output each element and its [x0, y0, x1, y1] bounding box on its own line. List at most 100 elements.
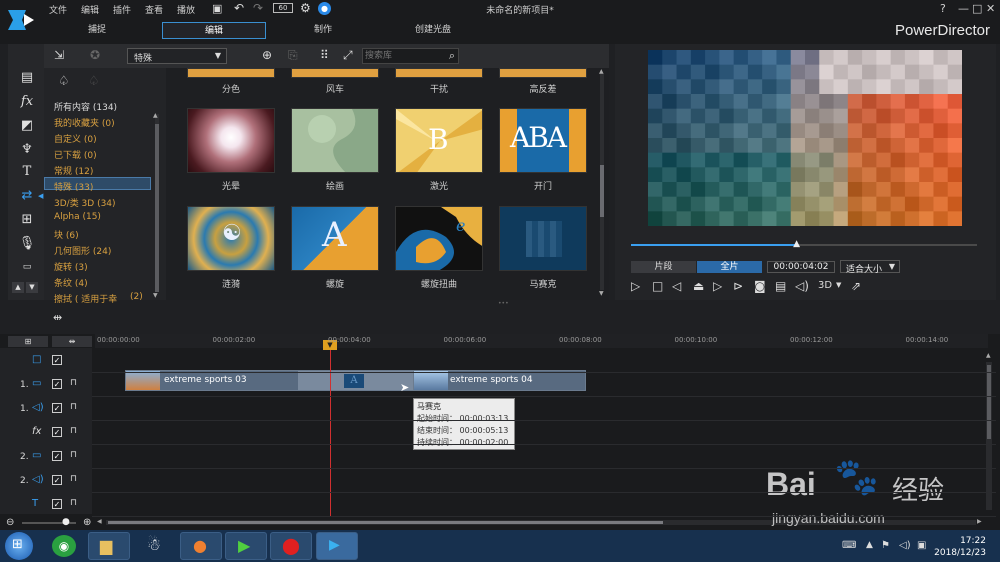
thumb-spiral[interactable]: A	[291, 206, 379, 271]
fx-room-icon[interactable]: fx	[18, 94, 36, 110]
search-box[interactable]: ⌕	[362, 48, 459, 64]
track-row-video[interactable]	[92, 446, 996, 469]
stop-icon[interactable]: □	[652, 279, 663, 293]
grid-scroll-down-icon[interactable]: ▼	[599, 290, 604, 297]
lock-icon[interactable]: ⊓	[70, 450, 77, 460]
scroll-down-icon[interactable]: ▼	[26, 282, 38, 293]
category-scroll-up-icon[interactable]: ▲	[153, 112, 158, 119]
grid-view-icon[interactable]: ⠿	[320, 48, 329, 62]
thumb-laser[interactable]: B	[395, 108, 483, 173]
volume-icon[interactable]: ◁)	[795, 279, 809, 293]
category-item[interactable]: 条纹 (4)	[54, 276, 88, 289]
previous-frame-icon[interactable]: ◁	[672, 279, 681, 293]
fast-forward-icon[interactable]: ⊳	[733, 279, 743, 293]
thumb-spiral-twist[interactable]: e	[395, 206, 483, 271]
lock-icon[interactable]: ⊓	[70, 402, 77, 412]
zoom-in-icon[interactable]: ⊕	[83, 517, 91, 528]
tab-produce[interactable]: 制作	[285, 22, 361, 39]
volume-tray-icon[interactable]: ◁)	[899, 540, 911, 551]
web-icon[interactable]: ✪	[90, 48, 100, 62]
keyboard-tray-icon[interactable]: ⌨	[842, 540, 856, 551]
track-enable-checkbox[interactable]: ✓	[52, 403, 62, 413]
particle-room-icon[interactable]: ♆	[18, 142, 36, 158]
start-button[interactable]: ⊞	[5, 532, 33, 560]
category-item[interactable]: 擦拭 ( 适用于幸	[54, 292, 117, 305]
lock-icon[interactable]: ⊓	[70, 378, 77, 388]
lock-icon[interactable]: ⊓	[70, 426, 77, 436]
clip-mode-button[interactable]: 片段	[631, 261, 696, 273]
thumb-door-open[interactable]: ABA	[499, 108, 587, 173]
fit-timeline-icon[interactable]: ⇹	[53, 311, 62, 324]
help-button[interactable]: ?	[940, 2, 946, 15]
media-app-taskbar[interactable]: ▶	[225, 532, 267, 560]
thumb-fense[interactable]	[187, 68, 275, 78]
360-browser-icon[interactable]: ◉	[52, 535, 76, 557]
close-button[interactable]: ✕	[986, 2, 995, 15]
thumb-interference[interactable]	[395, 68, 483, 78]
split-icon[interactable]: ⏏	[693, 279, 704, 293]
export-icon[interactable]: ⎘	[288, 48, 298, 63]
qq-icon[interactable]: ☃	[143, 535, 165, 557]
category-scrollbar-thumb[interactable]	[155, 124, 159, 292]
project-settings-icon[interactable]: ▣	[212, 2, 222, 15]
next-frame-icon[interactable]: ▷	[713, 279, 722, 293]
menu-file[interactable]: 文件	[49, 3, 67, 16]
timecode-display[interactable]: 00:00:04:02	[767, 261, 835, 273]
title-room-icon[interactable]: T	[18, 164, 36, 180]
track-enable-checkbox[interactable]: ✓	[52, 379, 62, 389]
track-row-audio[interactable]	[92, 470, 996, 493]
track-enable-checkbox[interactable]: ✓	[52, 475, 62, 485]
system-clock[interactable]: 17:22 2018/12/23	[934, 535, 986, 559]
category-item[interactable]: 3D/类 3D (34)	[54, 196, 116, 209]
show-hidden-icons-icon[interactable]: ▲	[866, 540, 873, 550]
fps-badge[interactable]: 60	[273, 3, 293, 13]
minimize-button[interactable]: —	[958, 2, 969, 15]
subtitle-room-icon[interactable]: ▭	[18, 259, 36, 275]
recorder-taskbar[interactable]: ⬤	[270, 532, 312, 560]
track-enable-checkbox[interactable]: ✓	[52, 427, 62, 437]
track-enable-checkbox[interactable]: ✓	[52, 499, 62, 509]
category-item[interactable]: 块 (6)	[54, 228, 79, 241]
timeline-horizontal-thumb[interactable]	[108, 521, 663, 524]
category-item[interactable]: 几何图形 (24)	[54, 244, 111, 257]
redo-icon[interactable]: ↷	[253, 1, 263, 15]
category-item[interactable]: Alpha (15)	[54, 212, 101, 222]
panel-resize-handle[interactable]: •••	[498, 300, 509, 307]
menu-edit[interactable]: 编辑	[81, 3, 99, 16]
track-enable-checkbox[interactable]: ✓	[52, 451, 62, 461]
category-scroll-down-icon[interactable]: ▼	[153, 292, 158, 299]
timeline-scroll-left-icon[interactable]: ◀	[97, 518, 102, 525]
preview-slider-knob-icon[interactable]: ▲	[793, 239, 800, 249]
category-item[interactable]: 特殊 (33)	[54, 180, 93, 193]
track-row-video[interactable]	[92, 374, 996, 397]
movie-mode-button[interactable]: 全片	[697, 261, 762, 273]
fit-all-icon[interactable]: ⇹	[52, 336, 92, 347]
tab-create-disc[interactable]: 创建光盘	[392, 22, 474, 39]
thumb-ripple[interactable]: ☯	[187, 206, 275, 271]
chevron-down-icon[interactable]: ▼	[836, 281, 841, 289]
flag-tray-icon[interactable]: ⚑	[881, 540, 890, 551]
pip-room-icon[interactable]: ◩	[18, 118, 36, 134]
zoom-fit-dropdown[interactable]: 适合大小 ▼	[840, 260, 900, 275]
track-row-audio[interactable]	[92, 398, 996, 421]
track-manager-icon[interactable]: ⊞	[8, 336, 48, 347]
powerdirector-taskbar[interactable]: ▶	[316, 532, 358, 560]
add-to-timeline-icon[interactable]: ⊕	[262, 48, 272, 62]
voiceover-room-icon[interactable]: 🎙	[18, 236, 36, 252]
notification-icon[interactable]: ●	[318, 2, 331, 15]
tab-edit[interactable]: 编辑	[162, 22, 266, 39]
menu-playback[interactable]: 播放	[177, 3, 195, 16]
tab-capture[interactable]: 捕捉	[60, 22, 134, 39]
category-item[interactable]: 旋转 (3)	[54, 260, 88, 273]
zoom-out-icon[interactable]: ⊖	[6, 517, 14, 528]
thumbnail-size-icon[interactable]: ⤢	[343, 48, 353, 63]
audio-mixing-room-icon[interactable]: ⊞	[18, 212, 36, 228]
network-tray-icon[interactable]: ▣	[917, 540, 926, 551]
search-icon[interactable]: ⌕	[449, 49, 455, 63]
category-item[interactable]: 已下载 (0)	[54, 148, 97, 161]
add-tag-icon[interactable]: ♤	[58, 74, 70, 89]
menu-view[interactable]: 查看	[145, 3, 163, 16]
thumb-windmill[interactable]	[291, 68, 379, 78]
search-input[interactable]	[365, 50, 441, 62]
undock-icon[interactable]: ⇗	[851, 279, 861, 293]
